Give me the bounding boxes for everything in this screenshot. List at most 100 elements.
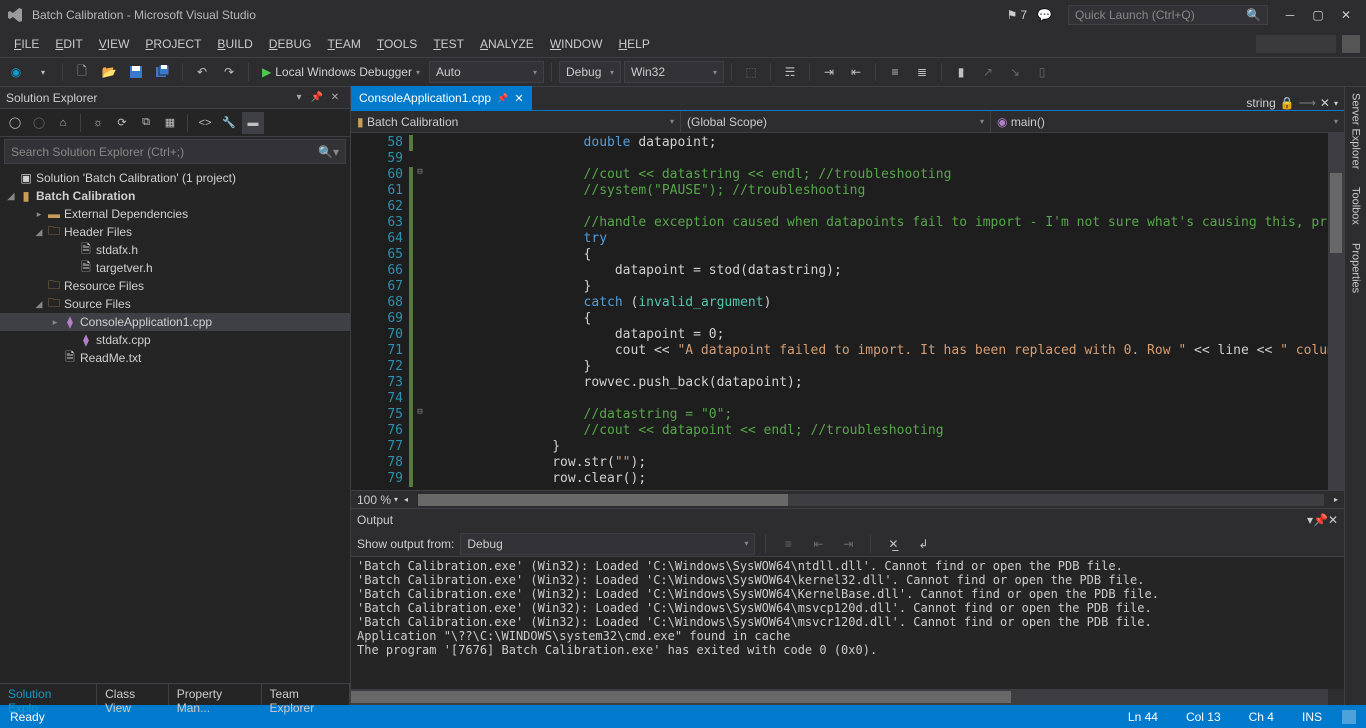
minimize-button[interactable]: ─: [1276, 4, 1304, 26]
solution-config-dropdown[interactable]: Auto▾: [429, 61, 544, 83]
cpp-file-icon: ⧫: [62, 315, 78, 329]
menu-edit[interactable]: EDIT: [47, 34, 90, 54]
tree-stdafx-cpp[interactable]: ⧫stdafx.cpp: [0, 331, 350, 349]
pin-icon[interactable]: 📌: [497, 93, 508, 104]
rail-tab[interactable]: Toolbox: [1350, 187, 1362, 225]
tree-targetver-h[interactable]: 🗎targetver.h: [0, 259, 350, 277]
panel-pin-icon[interactable]: 📌: [1313, 513, 1328, 527]
tb-icon-8[interactable]: ↘: [1003, 60, 1027, 84]
tb-icon-3[interactable]: ⇥: [817, 60, 841, 84]
save-all-icon[interactable]: [151, 60, 175, 84]
se-refresh-icon[interactable]: ⟳: [111, 112, 133, 134]
nav-back-icon[interactable]: ◉: [4, 60, 28, 84]
menu-build[interactable]: BUILD: [209, 34, 260, 54]
tree-resource-files[interactable]: 🗀Resource Files: [0, 277, 350, 295]
menu-debug[interactable]: DEBUG: [261, 34, 320, 54]
tree-readme[interactable]: 🗎ReadMe.txt: [0, 349, 350, 367]
menu-window[interactable]: WINDOW: [542, 34, 611, 54]
tab-close-icon[interactable]: ✕: [514, 92, 523, 105]
tb-icon-9[interactable]: ▯: [1030, 60, 1054, 84]
file-tab-active[interactable]: ConsoleApplication1.cpp 📌 ✕: [351, 86, 532, 110]
bottom-tab[interactable]: Class View: [97, 684, 169, 705]
tree-console-app[interactable]: ▸⧫ConsoleApplication1.cpp: [0, 313, 350, 331]
bottom-tab[interactable]: Solution Explo...: [0, 684, 97, 705]
vertical-scrollbar[interactable]: [1328, 133, 1344, 490]
se-sync-icon[interactable]: ☼: [87, 112, 109, 134]
preview-tab[interactable]: string🔒⟶✕▾: [1240, 96, 1344, 110]
open-file-icon[interactable]: 📂: [97, 60, 121, 84]
panel-close-icon[interactable]: ✕: [1328, 513, 1338, 527]
bottom-tab[interactable]: Team Explorer: [262, 684, 350, 705]
bookmark-icon[interactable]: ▮: [949, 60, 973, 84]
tb-icon-4[interactable]: ⇤: [844, 60, 868, 84]
tb-icon-1[interactable]: ⬚: [739, 60, 763, 84]
nav-fwd-icon[interactable]: ▾: [31, 60, 55, 84]
panel-dropdown-icon[interactable]: ▾: [290, 89, 308, 107]
menu-team[interactable]: TEAM: [319, 34, 368, 54]
outline-margin[interactable]: ⊟⊟: [413, 133, 427, 490]
se-showall-icon[interactable]: ▦: [159, 112, 181, 134]
menu-file[interactable]: FILE: [6, 34, 47, 54]
tree-header-files[interactable]: ◢🗀Header Files: [0, 223, 350, 241]
quick-launch[interactable]: Quick Launch (Ctrl+Q) 🔍: [1068, 5, 1268, 25]
new-project-icon[interactable]: 🗋: [70, 60, 94, 84]
se-fwd-icon[interactable]: ◯: [28, 112, 50, 134]
solution-tree: ▣Solution 'Batch Calibration' (1 project…: [0, 166, 350, 683]
nav-project-dropdown[interactable]: ▮ Batch Calibration▾: [351, 111, 681, 132]
resize-grip-icon[interactable]: [1342, 710, 1356, 724]
panel-close-icon[interactable]: ✕: [326, 89, 344, 107]
save-icon[interactable]: [124, 60, 148, 84]
close-button[interactable]: ✕: [1332, 4, 1360, 26]
tb-icon-6[interactable]: ≣: [910, 60, 934, 84]
nav-member-dropdown[interactable]: ◉ main()▾: [991, 111, 1344, 132]
rail-tab[interactable]: Properties: [1350, 243, 1362, 293]
tree-ext-deps[interactable]: ▸▬External Dependencies: [0, 205, 350, 223]
menu-view[interactable]: VIEW: [91, 34, 138, 54]
output-text[interactable]: 'Batch Calibration.exe' (Win32): Loaded …: [351, 557, 1344, 689]
out-wrap-icon[interactable]: ↲: [911, 532, 935, 556]
user-badge[interactable]: [1256, 35, 1336, 53]
se-preview-icon[interactable]: ▬: [242, 112, 264, 134]
build-config-dropdown[interactable]: Debug▾: [559, 61, 621, 83]
solution-search[interactable]: Search Solution Explorer (Ctrl+;) 🔍▾: [4, 139, 346, 164]
zoom-level[interactable]: 100 %: [357, 493, 391, 507]
out-icon-2[interactable]: ⇤: [806, 532, 830, 556]
feedback-icon[interactable]: 💬: [1037, 8, 1052, 22]
platform-dropdown[interactable]: Win32▾: [624, 61, 724, 83]
tree-stdafx-h[interactable]: 🗎stdafx.h: [0, 241, 350, 259]
panel-pin-icon[interactable]: 📌: [308, 89, 326, 107]
code-editor[interactable]: 5859606162636465666768697071727374757677…: [351, 133, 1344, 490]
se-back-icon[interactable]: ◯: [4, 112, 26, 134]
undo-icon[interactable]: ↶: [190, 60, 214, 84]
start-debugging-button[interactable]: ▶ Local Windows Debugger ▾: [256, 61, 426, 83]
tree-solution[interactable]: ▣Solution 'Batch Calibration' (1 project…: [0, 169, 350, 187]
nav-scope-dropdown[interactable]: (Global Scope)▾: [681, 111, 991, 132]
tree-project[interactable]: ◢▮Batch Calibration: [0, 187, 350, 205]
maximize-button[interactable]: ▢: [1304, 4, 1332, 26]
out-clear-icon[interactable]: ✕̲: [881, 532, 905, 556]
tree-source-files[interactable]: ◢🗀Source Files: [0, 295, 350, 313]
se-collapse-icon[interactable]: ⧉: [135, 112, 157, 134]
tb-icon-5[interactable]: ≡: [883, 60, 907, 84]
user-avatar[interactable]: [1342, 35, 1360, 53]
out-icon-3[interactable]: ⇥: [836, 532, 860, 556]
menu-test[interactable]: TEST: [425, 34, 472, 54]
output-hscroll[interactable]: [351, 689, 1328, 705]
se-code-icon[interactable]: <>: [194, 112, 216, 134]
code-body[interactable]: double datapoint; //cout << datastring <…: [427, 133, 1328, 490]
out-icon-1[interactable]: ≡: [776, 532, 800, 556]
tb-icon-7[interactable]: ↗: [976, 60, 1000, 84]
se-properties-icon[interactable]: 🔧: [218, 112, 240, 134]
output-source-dropdown[interactable]: Debug▾: [460, 533, 755, 555]
horizontal-scrollbar[interactable]: [418, 494, 1324, 506]
notification-flag[interactable]: ⚑7: [1007, 8, 1027, 22]
menu-analyze[interactable]: ANALYZE: [472, 34, 542, 54]
redo-icon[interactable]: ↷: [217, 60, 241, 84]
menu-help[interactable]: HELP: [610, 34, 657, 54]
menu-project[interactable]: PROJECT: [137, 34, 209, 54]
se-home-icon[interactable]: ⌂: [52, 112, 74, 134]
rail-tab[interactable]: Server Explorer: [1350, 93, 1362, 169]
menu-tools[interactable]: TOOLS: [369, 34, 425, 54]
tb-icon-2[interactable]: ☴: [778, 60, 802, 84]
bottom-tab[interactable]: Property Man...: [169, 684, 262, 705]
